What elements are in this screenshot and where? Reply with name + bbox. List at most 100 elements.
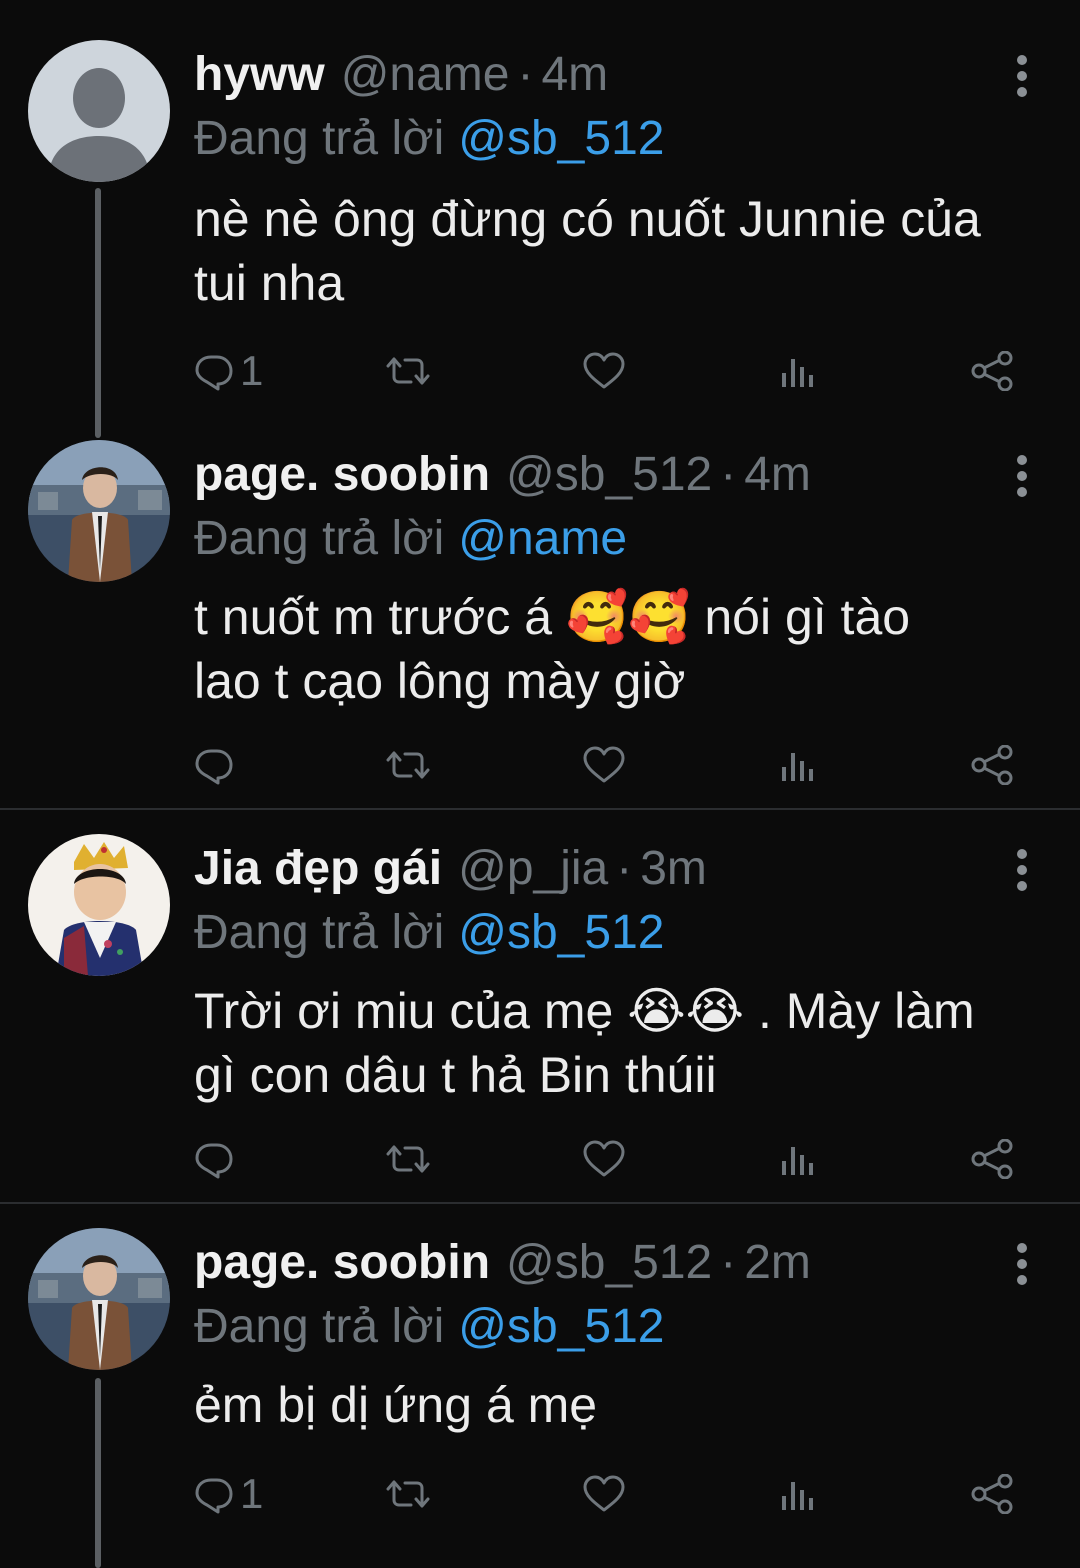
like-button[interactable] — [582, 1464, 626, 1524]
action-bar — [190, 1129, 1020, 1189]
avatar[interactable] — [28, 834, 170, 976]
analytics-icon — [778, 1474, 818, 1514]
share-icon — [970, 1474, 1014, 1514]
retweet-icon — [386, 1474, 430, 1514]
more-icon[interactable] — [1008, 1242, 1036, 1286]
thread-line — [95, 188, 101, 438]
display-name[interactable]: page. soobin — [194, 440, 490, 510]
mention-link[interactable]: @sb_512 — [458, 906, 664, 959]
tweet-text-line: lao t cạo lông mày giờ — [194, 653, 686, 709]
retweet-button[interactable] — [386, 1464, 430, 1524]
analytics-icon — [778, 745, 818, 785]
like-icon — [582, 351, 626, 391]
share-icon — [970, 745, 1014, 785]
analytics-button[interactable] — [778, 735, 818, 795]
tweet-text: nè nè ông đừng có nuốt Junnie của tui nh… — [194, 187, 1044, 315]
tweet-header: Jia đẹp gái @p_jia · 3m — [194, 834, 707, 904]
tweet-header: page. soobin @sb_512 · 4m — [194, 440, 811, 510]
retweet-icon — [386, 351, 430, 391]
avatar[interactable] — [28, 1228, 170, 1370]
like-button[interactable] — [582, 735, 626, 795]
text-segment: . Mày làm — [744, 983, 975, 1039]
timestamp[interactable]: 4m — [541, 40, 608, 110]
action-bar: 1 — [190, 341, 1020, 401]
replying-to: Đang trả lời @sb_512 — [194, 107, 664, 171]
handle[interactable]: @sb_512 — [506, 1228, 712, 1298]
more-icon[interactable] — [1008, 54, 1036, 98]
text-segment: t nuốt m trước á — [194, 589, 566, 645]
replying-label: Đang trả lời — [194, 906, 445, 959]
timestamp[interactable]: 2m — [744, 1228, 811, 1298]
tweet-header: page. soobin @sb_512 · 2m — [194, 1228, 811, 1298]
analytics-button[interactable] — [778, 341, 818, 401]
reply-icon — [194, 1139, 234, 1179]
tweet-text: t nuốt m trước á 🥰🥰 nói gì tào lao t cạo… — [194, 585, 1044, 713]
replying-to: Đang trả lời @sb_512 — [194, 1295, 664, 1359]
share-button[interactable] — [970, 1129, 1014, 1189]
reply-button[interactable] — [194, 735, 240, 795]
replying-to: Đang trả lời @name — [194, 507, 627, 571]
replying-to: Đang trả lời @sb_512 — [194, 901, 664, 965]
analytics-icon — [778, 351, 818, 391]
photo-avatar-icon — [28, 834, 170, 976]
tweet-text-line: nè nè ông đừng có nuốt Junnie của — [194, 191, 981, 247]
avatar[interactable] — [28, 440, 170, 582]
retweet-button[interactable] — [386, 341, 430, 401]
timestamp[interactable]: 4m — [744, 440, 811, 510]
tweet-text-line: Trời ơi miu của mẹ 😭😭 . Mày làm — [194, 979, 1044, 1043]
analytics-button[interactable] — [778, 1464, 818, 1524]
reply-count: 1 — [240, 1470, 264, 1517]
text-segment: nói gì tào — [690, 589, 911, 645]
retweet-icon — [386, 745, 430, 785]
handle[interactable]: @sb_512 — [506, 440, 712, 510]
tweet-text-line: gì con dâu t hả Bin thúii — [194, 1047, 717, 1103]
share-icon — [970, 351, 1014, 391]
handle[interactable]: @p_jia — [458, 834, 608, 904]
analytics-button[interactable] — [778, 1129, 818, 1189]
replying-label: Đang trả lời — [194, 1300, 445, 1353]
mention-link[interactable]: @sb_512 — [458, 112, 664, 165]
share-button[interactable] — [970, 341, 1014, 401]
reply-button[interactable]: 1 — [194, 341, 263, 401]
tweet-text: Trời ơi miu của mẹ 😭😭 . Mày làm gì con d… — [194, 979, 1044, 1107]
emoji-smiling-hearts: 🥰🥰 — [565, 588, 691, 646]
timestamp[interactable]: 3m — [640, 834, 707, 904]
like-icon — [582, 745, 626, 785]
reply-count: 1 — [240, 347, 264, 394]
thread-line — [95, 1378, 101, 1568]
divider — [0, 1202, 1080, 1204]
tweet-text-line: t nuốt m trước á 🥰🥰 nói gì tào — [194, 585, 1044, 649]
retweet-button[interactable] — [386, 735, 430, 795]
display-name[interactable]: page. soobin — [194, 1228, 490, 1298]
reply-icon — [194, 745, 234, 785]
tweet-text-line: ẻm bị dị ứng á mẹ — [194, 1377, 598, 1433]
reply-button[interactable]: 1 — [194, 1464, 263, 1524]
analytics-icon — [778, 1139, 818, 1179]
separator-dot: · — [517, 48, 534, 101]
avatar[interactable] — [28, 40, 170, 182]
emoji-crying: 😭😭 — [627, 982, 745, 1040]
handle[interactable]: @name — [341, 40, 510, 110]
display-name[interactable]: hyww — [194, 40, 325, 110]
mention-link[interactable]: @name — [458, 512, 627, 565]
more-icon[interactable] — [1008, 848, 1036, 892]
default-avatar-icon — [28, 40, 170, 182]
separator-dot: · — [720, 1236, 737, 1289]
replying-label: Đang trả lời — [194, 112, 445, 165]
like-button[interactable] — [582, 1129, 626, 1189]
share-button[interactable] — [970, 735, 1014, 795]
photo-avatar-icon — [28, 1228, 170, 1370]
photo-avatar-icon — [28, 440, 170, 582]
more-icon[interactable] — [1008, 454, 1036, 498]
tweet-header: hyww @name · 4m — [194, 40, 608, 110]
retweet-button[interactable] — [386, 1129, 430, 1189]
like-button[interactable] — [582, 341, 626, 401]
share-icon — [970, 1139, 1014, 1179]
display-name[interactable]: Jia đẹp gái — [194, 834, 442, 904]
text-segment: Trời ơi miu của mẹ — [194, 983, 628, 1039]
reply-button[interactable] — [194, 1129, 240, 1189]
share-button[interactable] — [970, 1464, 1014, 1524]
mention-link[interactable]: @sb_512 — [458, 1300, 664, 1353]
divider — [0, 808, 1080, 810]
tweet-text-line: tui nha — [194, 255, 345, 311]
